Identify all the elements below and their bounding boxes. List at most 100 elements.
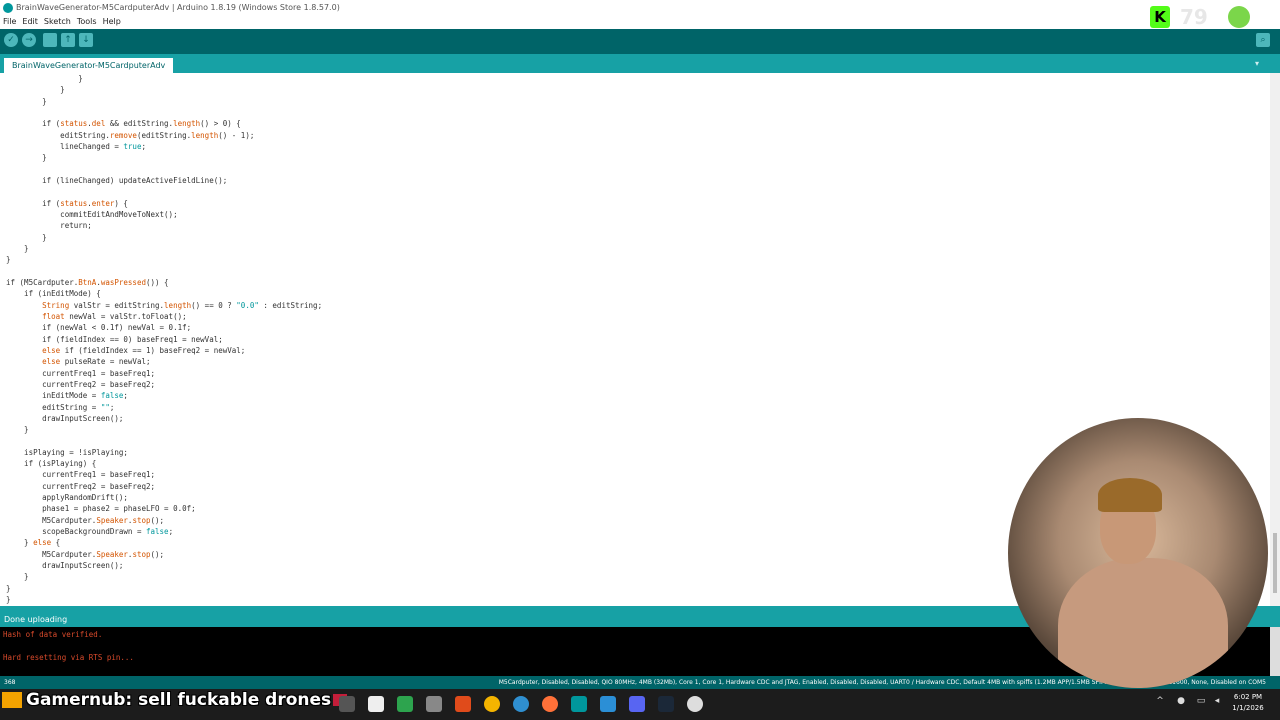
microphone-icon[interactable]: ● (1175, 696, 1187, 708)
code-line: String valStr = editString.length() == 0… (42, 300, 323, 310)
code-line: inEditMode = false; (6, 391, 128, 401)
webcam-person-hat (1098, 478, 1162, 512)
status-message: Done uploading (4, 615, 68, 624)
code-line: } (6, 595, 11, 605)
toolbar: ✓ → ↑ ↓ ⌕ (0, 29, 1280, 54)
edge-icon[interactable] (513, 696, 529, 712)
firefox-icon[interactable] (542, 696, 558, 712)
code-line: else pulseRate = newVal; (42, 357, 151, 367)
webcam-overlay (1008, 418, 1268, 688)
serial-monitor-icon[interactable]: ⌕ (1256, 33, 1270, 47)
code-line: if (inEditMode) { (6, 289, 101, 299)
open-icon[interactable]: ↑ (61, 33, 75, 47)
network-icon[interactable]: ▭ (1195, 696, 1207, 708)
window-title: BrainWaveGenerator-M5CardputerAdv | Ardu… (16, 3, 340, 12)
code-line: } (6, 74, 83, 83)
volume-icon[interactable]: ◂ (1211, 696, 1223, 708)
code-line: if (isPlaying) { (6, 459, 97, 469)
obs-icon[interactable] (687, 696, 703, 712)
code-line: } (6, 96, 47, 106)
code-line: float newVal = valStr.toFloat(); (42, 311, 187, 321)
code-line: currentFreq2 = baseFreq2; (6, 481, 156, 491)
code-line: } (6, 85, 65, 95)
code-line: } (6, 232, 47, 242)
code-line: } else { (6, 538, 61, 548)
search-taskbar-icon[interactable] (339, 696, 355, 712)
code-line: editString = ""; (6, 402, 115, 412)
code-line: currentFreq1 = baseFreq1; (6, 470, 156, 480)
code-line: } (6, 572, 29, 582)
chat-ticker: Gamernub: sell fuckable drones (2, 690, 348, 714)
code-text: } } } if (status.del && editString.lengt… (6, 73, 322, 606)
code-line: drawInputScreen(); (6, 413, 124, 423)
tab-menu-icon[interactable]: ▾ (1255, 59, 1265, 68)
code-line: commitEditAndMoveToNext(); (6, 209, 178, 219)
code-line: } (6, 425, 29, 435)
tab-bar: BrainWaveGenerator-M5CardputerAdv ▾ (0, 54, 1280, 73)
console-line: Hard resetting via RTS pin... (3, 653, 134, 662)
code-line: phase1 = phase2 = phaseLFO = 0.0f; (6, 504, 196, 514)
code-line: if (M5Cardputer.BtnA.wasPressed()) { (6, 277, 169, 287)
code-line: if (fieldIndex == 0) baseFreq1 = newVal; (6, 334, 223, 344)
line-number: 368 (4, 679, 16, 686)
app-icon[interactable] (397, 696, 413, 712)
settings-icon[interactable] (426, 696, 442, 712)
verify-icon[interactable]: ✓ (4, 33, 18, 47)
code-line: else if (fieldIndex == 1) baseFreq2 = ne… (42, 345, 246, 355)
code-line: if (status.enter) { (6, 198, 128, 208)
upload-icon[interactable]: → (22, 33, 36, 47)
code-line: M5Cardputer.Speaker.stop(); (6, 549, 165, 559)
scrollbar-thumb[interactable] (1273, 533, 1277, 593)
save-icon[interactable]: ↓ (79, 33, 93, 47)
code-line: currentFreq2 = baseFreq2; (6, 379, 156, 389)
task-view-icon[interactable] (368, 696, 384, 712)
kick-logo-icon: K (1150, 6, 1170, 28)
menubar: File Edit Sketch Tools Help (0, 16, 1280, 29)
code-line: if (status.del && editString.length() > … (6, 119, 241, 129)
tab-sketch[interactable]: BrainWaveGenerator-M5CardputerAdv (4, 58, 174, 73)
code-line: } (6, 243, 29, 253)
code-line: isPlaying = !isPlaying; (6, 447, 128, 457)
clock-date: 1/1/2026 (1232, 704, 1264, 712)
viewer-counter: 79 (1180, 5, 1208, 29)
window-titlebar: BrainWaveGenerator-M5CardputerAdv | Ardu… (0, 0, 1280, 16)
brave-icon[interactable] (455, 696, 471, 712)
code-line: if (newVal < 0.1f) newVal = 0.1f; (6, 323, 192, 333)
chat-ticker-text: Gamernub: sell fuckable drones (26, 690, 332, 710)
console-scrollbar[interactable] (1270, 627, 1280, 676)
play-overlay-icon (1228, 6, 1250, 28)
menu-file[interactable]: File (0, 16, 19, 27)
menu-help[interactable]: Help (100, 16, 124, 27)
discord-icon[interactable] (629, 696, 645, 712)
code-line: } (6, 583, 11, 593)
webcam-person-body (1058, 558, 1228, 688)
chrome-icon[interactable] (484, 696, 500, 712)
code-line: } (6, 153, 47, 163)
code-line: return; (6, 221, 92, 231)
console-line: Hash of data verified. (3, 630, 103, 639)
code-line: applyRandomDrift(); (6, 493, 128, 503)
chevron-up-icon[interactable]: ^ (1154, 696, 1166, 708)
code-line: currentFreq1 = baseFreq1; (6, 368, 156, 378)
code-line: editString.remove(editString.length() - … (6, 130, 255, 140)
new-icon[interactable] (43, 33, 57, 47)
arduino-taskbar-icon[interactable] (571, 696, 587, 712)
code-line: lineChanged = true; (6, 141, 146, 151)
code-line: if (lineChanged) updateActiveFieldLine()… (6, 175, 228, 185)
arduino-icon (3, 3, 13, 13)
steam-icon[interactable] (658, 696, 674, 712)
menu-edit[interactable]: Edit (19, 16, 41, 27)
clock-time: 6:02 PM (1233, 693, 1263, 701)
code-line: drawInputScreen(); (6, 561, 124, 571)
code-line: } (6, 255, 11, 265)
vscode-icon[interactable] (600, 696, 616, 712)
editor-scrollbar[interactable] (1270, 73, 1280, 606)
taskbar-clock[interactable]: 6:02 PM 1/1/2026 (1228, 692, 1268, 714)
menu-tools[interactable]: Tools (74, 16, 100, 27)
menu-sketch[interactable]: Sketch (41, 16, 74, 27)
